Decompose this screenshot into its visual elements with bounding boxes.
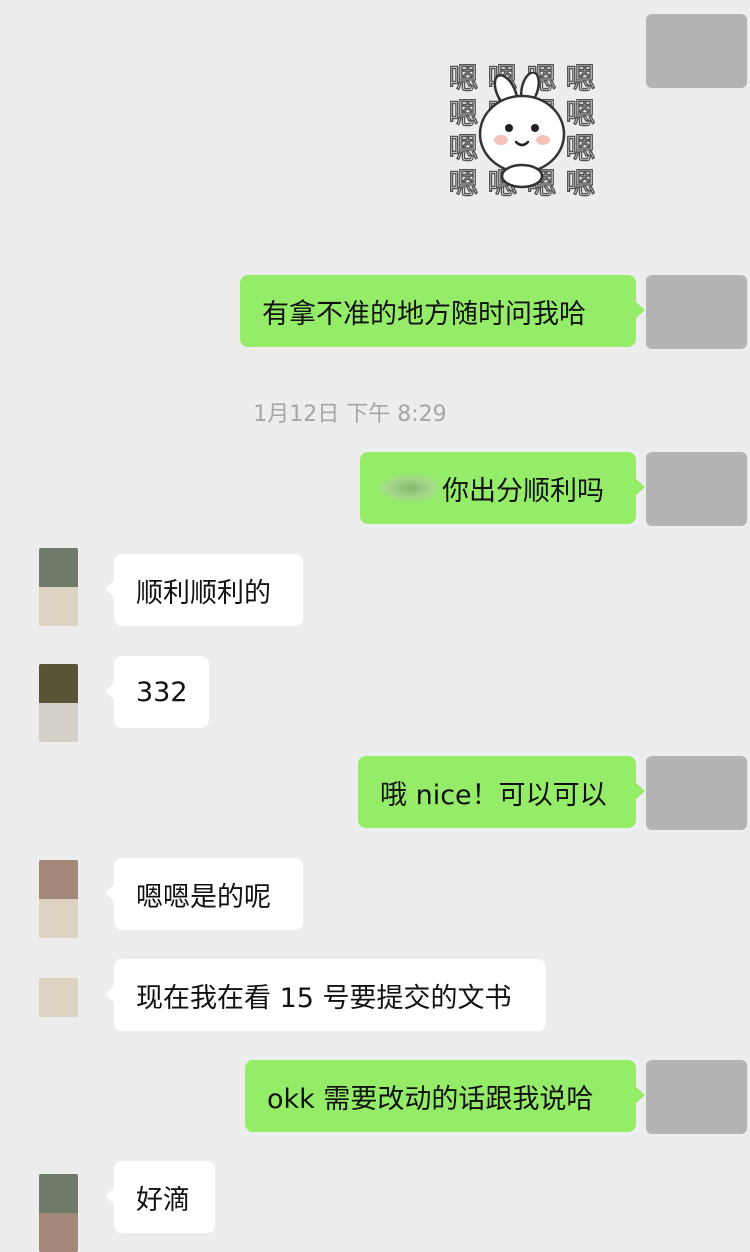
- my-message-bubble[interactable]: 有拿不准的地方随时问我哈: [240, 275, 645, 347]
- contact-avatar[interactable]: [39, 1174, 78, 1252]
- message-text: 现在我在看 15 号要提交的文书: [136, 982, 512, 1014]
- bunny-sticker-icon: [478, 72, 566, 189]
- sticker-message[interactable]: 嗯 嗯 嗯 嗯 嗯 嗯 嗯 嗯 嗯 嗯 嗯 嗯 嗯 嗯 嗯 嗯: [444, 61, 600, 202]
- my-avatar[interactable]: [646, 452, 747, 526]
- chat-timestamp: 1月12日 下午 8:29: [253, 402, 447, 427]
- contact-avatar[interactable]: [39, 548, 78, 626]
- my-message-bubble[interactable]: 哦 nice！可以可以: [358, 756, 645, 828]
- blurred-name-redaction: [380, 475, 440, 501]
- contact-avatar[interactable]: [39, 978, 78, 1017]
- message-text: 好滴: [136, 1184, 190, 1216]
- my-avatar[interactable]: [646, 14, 747, 88]
- message-text: okk 需要改动的话跟我说哈: [267, 1083, 594, 1115]
- my-message-bubble[interactable]: 你出分顺利吗: [360, 452, 645, 524]
- chat-window[interactable]: 嗯 嗯 嗯 嗯 嗯 嗯 嗯 嗯 嗯 嗯 嗯 嗯 嗯 嗯 嗯 嗯: [0, 0, 750, 1252]
- message-text: 你出分顺利吗: [442, 475, 604, 507]
- message-text: 哦 nice！可以可以: [380, 779, 607, 811]
- contact-avatar[interactable]: [39, 860, 78, 938]
- contact-message-bubble[interactable]: 332: [105, 656, 209, 728]
- my-message-bubble[interactable]: okk 需要改动的话跟我说哈: [245, 1060, 645, 1132]
- my-avatar[interactable]: [646, 275, 747, 349]
- contact-avatar[interactable]: [39, 664, 78, 742]
- message-text: 顺利顺利的: [136, 577, 271, 609]
- message-text: 有拿不准的地方随时问我哈: [262, 298, 586, 330]
- contact-message-bubble[interactable]: 嗯嗯是的呢: [105, 858, 303, 930]
- contact-message-bubble[interactable]: 顺利顺利的: [105, 554, 303, 626]
- my-avatar[interactable]: [646, 1060, 747, 1134]
- contact-message-bubble[interactable]: 好滴: [105, 1161, 215, 1233]
- message-text: 嗯嗯是的呢: [136, 881, 271, 913]
- message-text: 332: [136, 676, 188, 708]
- contact-message-bubble[interactable]: 现在我在看 15 号要提交的文书: [105, 959, 546, 1031]
- my-avatar[interactable]: [646, 756, 747, 830]
